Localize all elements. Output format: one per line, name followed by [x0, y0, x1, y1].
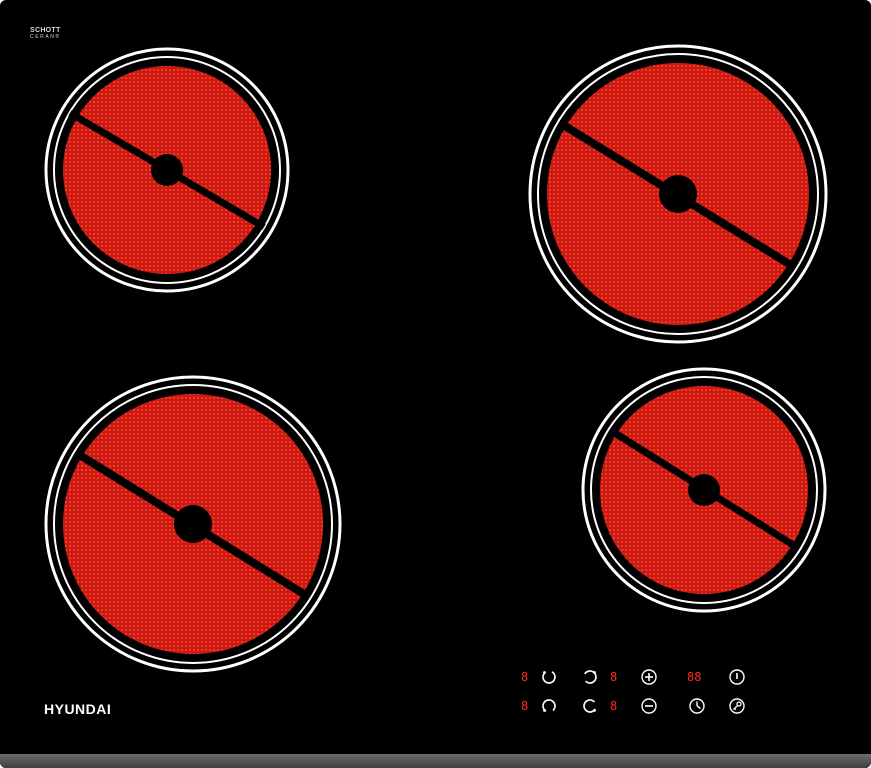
zone-bottom-right-display: 8 — [610, 699, 618, 713]
zone-top-left-display: 8 — [521, 670, 529, 684]
zone-bottom-left-select-icon[interactable] — [540, 697, 558, 715]
timer-clock-icon[interactable] — [688, 697, 706, 715]
zone-bottom-left-display: 8 — [521, 699, 529, 713]
cooking-zone-top-left[interactable] — [44, 47, 290, 293]
timer-display: 88 — [687, 670, 702, 684]
minus-icon[interactable] — [640, 697, 658, 715]
zone-top-right-display: 8 — [610, 670, 618, 684]
cooktop-glass-panel: SCHOTT CERAN® 8 8 8 8 88 HYUNDAI — [0, 0, 871, 768]
zone-bottom-right-select-icon[interactable] — [581, 697, 599, 715]
hyundai-brand-logo: HYUNDAI — [44, 701, 112, 717]
cooking-zone-bottom-right[interactable] — [581, 367, 827, 613]
zone-top-right-select-icon[interactable] — [581, 668, 599, 686]
power-icon[interactable] — [728, 668, 746, 686]
plus-icon[interactable] — [640, 668, 658, 686]
cooking-zones-layer — [44, 44, 828, 673]
cooking-zone-bottom-left[interactable] — [44, 375, 342, 673]
cooktop-frame-edge — [0, 754, 871, 768]
cooking-zone-top-right[interactable] — [528, 44, 828, 344]
lock-key-icon[interactable] — [728, 697, 746, 715]
zone-top-left-select-icon[interactable] — [540, 668, 558, 686]
